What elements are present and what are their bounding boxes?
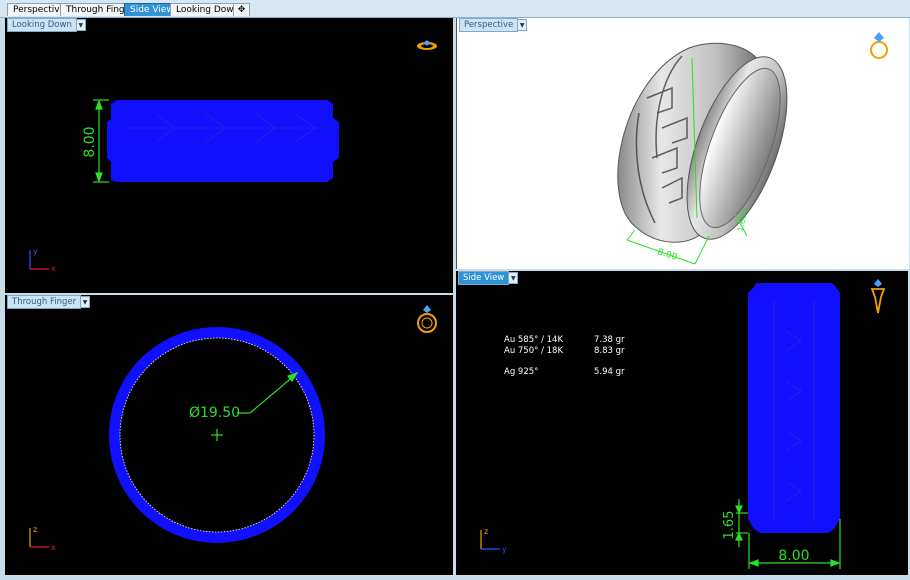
svg-text:y: y xyxy=(502,545,507,554)
add-tab-button[interactable]: ✥ xyxy=(233,3,250,16)
svg-text:z: z xyxy=(33,525,37,534)
viewport-label-perspective[interactable]: Perspective ▼ xyxy=(459,18,528,32)
diameter-label: Ø19.50 xyxy=(189,405,240,421)
axis-gizmo: y x xyxy=(29,247,56,273)
plus-icon: ✥ xyxy=(237,5,246,15)
viewport-label-side-view[interactable]: Side View ▼ xyxy=(458,271,519,285)
through-finger-drawing: Ø19.50 z x xyxy=(29,305,437,552)
chevron-down-icon[interactable]: ▼ xyxy=(76,19,86,31)
ring-side-icon xyxy=(870,279,886,314)
axis-gizmo: z y xyxy=(480,527,507,554)
viewport-label-through-finger[interactable]: Through Finger ▼ xyxy=(7,295,91,309)
perspective-render: 8.00 1.65 xyxy=(617,32,888,265)
svg-text:y: y xyxy=(33,247,38,256)
svg-text:8.00: 8.00 xyxy=(656,247,678,263)
side-view-drawing: 1.65 8.00 z y xyxy=(480,279,886,569)
looking-down-drawing: 8.00 y x xyxy=(29,40,437,273)
viewport-through-finger[interactable]: Through Finger ▼ Ø19.50 z x xyxy=(5,295,453,575)
view-tab-bar: Perspective Through Finger Side View Loo… xyxy=(0,0,910,18)
axis-gizmo: z x xyxy=(29,525,56,552)
chevron-down-icon[interactable]: ▼ xyxy=(509,272,519,284)
diamond-ring-icon xyxy=(870,32,888,59)
viewport-label-looking-down[interactable]: Looking Down ▼ xyxy=(7,18,86,32)
thickness-label: 1.65 xyxy=(722,511,737,540)
svg-text:1.65: 1.65 xyxy=(736,213,748,232)
viewport-looking-down[interactable]: Looking Down ▼ 8.00 y x xyxy=(5,18,453,293)
viewport-perspective[interactable]: Perspective ▼ 8.00 1.65 xyxy=(456,18,909,269)
dimension-label: 8.00 xyxy=(82,126,98,157)
svg-text:x: x xyxy=(51,264,56,273)
svg-text:z: z xyxy=(484,527,488,536)
diamond-ring-icon xyxy=(417,40,437,50)
chevron-down-icon[interactable]: ▼ xyxy=(518,19,528,31)
chevron-down-icon[interactable]: ▼ xyxy=(81,296,91,308)
viewport-side-view[interactable]: Side View ▼ Au 585° / 14K 7.38 gr Au 750°… xyxy=(456,271,908,575)
ring-top-silhouette xyxy=(107,100,339,182)
width-label: 8.00 xyxy=(778,548,809,564)
ring-icon xyxy=(417,305,437,333)
svg-text:x: x xyxy=(51,543,56,552)
